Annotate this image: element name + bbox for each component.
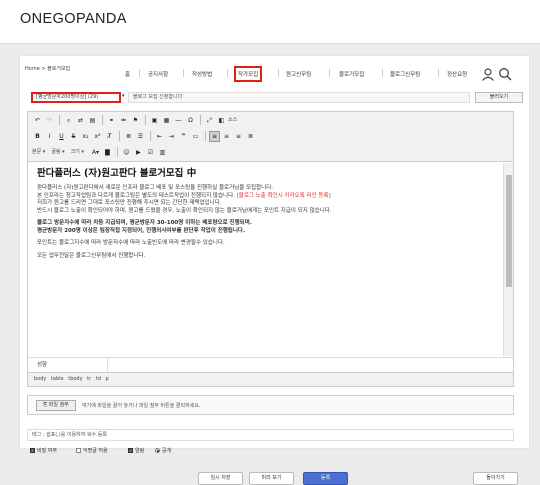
format-dropdown[interactable]: 본문 ▾ bbox=[32, 147, 45, 158]
checkbox-empty bbox=[76, 448, 81, 453]
content-line: 모든 업무전달은 블로그신무팀에서 진행합니다. bbox=[37, 252, 146, 259]
path-item[interactable]: p bbox=[106, 376, 109, 382]
blockquote-icon[interactable]: ❞ bbox=[178, 131, 189, 142]
load-button[interactable]: 불러오기 bbox=[475, 92, 523, 103]
special-char-icon[interactable]: Ω bbox=[185, 115, 196, 126]
breadcrumb-separator: > bbox=[41, 66, 46, 72]
back-button[interactable]: 돌아가기 bbox=[473, 472, 518, 485]
search-icon[interactable] bbox=[498, 67, 512, 81]
nav-item-settlement[interactable]: 정산요청 bbox=[447, 70, 467, 78]
align-center-icon[interactable]: ≡ bbox=[221, 131, 232, 142]
top-header: ONEGOPANDA bbox=[0, 0, 540, 44]
subscript-icon[interactable]: x₂ bbox=[80, 131, 91, 142]
strikethrough-icon[interactable]: S bbox=[68, 131, 79, 142]
nav-item-writer-recruit[interactable]: 작가모집 bbox=[234, 66, 263, 82]
post-heading: 판다플러스 (자)원고판다 블로거모집 中 bbox=[37, 168, 197, 179]
link-icon[interactable]: ⚭ bbox=[106, 115, 117, 126]
radio-dot bbox=[155, 448, 160, 453]
source-icon[interactable]: ◧ bbox=[216, 115, 227, 126]
outdent-icon[interactable]: ⇤ bbox=[154, 131, 165, 142]
paste-icon[interactable]: ▤ bbox=[87, 115, 98, 126]
align-justify-icon[interactable]: ≣ bbox=[245, 131, 256, 142]
nav-item-blogger-recruit[interactable]: 블로거모집 bbox=[339, 70, 364, 78]
editor-scrollbar[interactable] bbox=[503, 163, 513, 356]
breadcrumb: Home > 블로거모집 bbox=[25, 65, 70, 72]
editor-toolbar: ↶ ↷ ⌕ ⇄ ▤ ⚭ ⚮ ⚑ ▣ ▦ ― Ω ⤢ ◧ 소스 B I U Sx₂ x² T̸ ≣ ☰ ⇤ ⇥ ❞ ▭ ≡ ≡ ≡ ≣ 본문… bbox=[28, 112, 513, 162]
category-select[interactable]: [평균방문자200명이상] (29) bbox=[31, 92, 121, 103]
bg-color-icon[interactable]: ▇ bbox=[102, 147, 113, 158]
nav-item-manuscript-team[interactable]: 원고신무팀 bbox=[286, 70, 311, 78]
path-item[interactable]: body bbox=[34, 376, 46, 382]
hr-icon[interactable]: ― bbox=[173, 115, 184, 126]
underline-icon[interactable]: U bbox=[56, 131, 67, 142]
temp-save-button[interactable]: 임시 저장 bbox=[198, 472, 243, 485]
rich-text-editor: ↶ ↷ ⌕ ⇄ ▤ ⚭ ⚮ ⚑ ▣ ▦ ― Ω ⤢ ◧ 소스 B I U Sx₂ x² T̸ ≣ ☰ ⇤ ⇥ ❞ ▭ ≡ ≡ ≡ ≣ 본문… bbox=[27, 111, 514, 387]
breadcrumb-current: 블로거모집 bbox=[47, 66, 71, 72]
content-line: 포인트는 블로그지수에 따라 방문자수에 따라 노출빈도에 따라 변경될수 있습… bbox=[37, 240, 225, 246]
table-cell: 성함 bbox=[37, 362, 48, 368]
nav-item-guide[interactable]: 작성방법 bbox=[192, 70, 212, 78]
preview-button[interactable]: 미리 보기 bbox=[249, 472, 294, 485]
path-item[interactable]: table bbox=[51, 376, 64, 382]
attach-hint: 여기에 파일을 끌어 놓거나 파일 첨부 버튼을 클릭하세요. bbox=[82, 403, 201, 409]
numbered-list-icon[interactable]: ≣ bbox=[123, 131, 134, 142]
find-icon[interactable]: ⌕ bbox=[63, 115, 74, 126]
align-right-icon[interactable]: ≡ bbox=[233, 131, 244, 142]
superscript-icon[interactable]: x² bbox=[92, 131, 103, 142]
nav-item-home[interactable]: 홈 bbox=[125, 70, 130, 78]
replace-icon[interactable]: ⇄ bbox=[75, 115, 86, 126]
element-path: body table tbody tr td p bbox=[28, 372, 513, 386]
editor-content[interactable]: 판다플러스 (자)원고판다 블로거모집 中 판다플러스 (자)원고판다에서 새로… bbox=[28, 163, 513, 356]
font-family-dropdown[interactable]: 굴림 ▾ bbox=[51, 147, 64, 158]
main-card: Home > 블로거모집 홈 공지사항 작성방법 작가모집 원고신무팀 블로거모… bbox=[19, 55, 530, 485]
media-icon[interactable]: ▥ bbox=[157, 147, 168, 158]
checkbox-icon[interactable]: ☑ bbox=[145, 147, 156, 158]
check-icon: ✓ bbox=[128, 448, 133, 453]
image-icon[interactable]: ▣ bbox=[149, 115, 160, 126]
div-icon[interactable]: ▭ bbox=[190, 131, 201, 142]
highlight-text: [블로그 노출 확인시 카카오톡 라인 등록] bbox=[236, 192, 331, 199]
maximize-icon[interactable]: ⤢ bbox=[204, 115, 215, 126]
path-item[interactable]: tr bbox=[87, 376, 91, 382]
italic-icon[interactable]: I bbox=[44, 131, 55, 142]
content-line: 평균방문자 200명 이상은 팀장직접 지정되어, 진행의사여부를 판단후 작업… bbox=[37, 227, 246, 234]
submit-button[interactable]: 등록 bbox=[303, 472, 348, 485]
video-icon[interactable]: ▶ bbox=[133, 147, 144, 158]
bold-icon[interactable]: B bbox=[32, 131, 43, 142]
font-size-dropdown[interactable]: 크기 ▾ bbox=[71, 147, 84, 158]
tags-input[interactable]: 태그 : 쉼표(,)를 이용하여 복수 등록 bbox=[27, 429, 514, 441]
redo-icon[interactable]: ↷ bbox=[44, 115, 55, 126]
content-line: 반드시 블로그 노출이 확인되어야 하며, 원고를 드렸을 경우, 노출이 확인… bbox=[37, 207, 332, 214]
anchor-icon[interactable]: ⚑ bbox=[130, 115, 141, 126]
path-item[interactable]: td bbox=[96, 376, 101, 382]
emoji-icon[interactable]: ☺ bbox=[121, 147, 132, 158]
path-item[interactable]: tbody bbox=[68, 376, 82, 382]
breadcrumb-home[interactable]: Home bbox=[25, 66, 40, 72]
content-line: 블로그 방문자수에 따라 차등 지급되며, 평균방문자 30-100명 이하는 … bbox=[37, 220, 252, 226]
site-logo[interactable]: ONEGOPANDA bbox=[20, 11, 127, 27]
content-line: 판다플러스 (자)원고판다에서 새로운 인프라 블로그 배포 및 포스팅을 진행… bbox=[37, 185, 274, 191]
table-icon[interactable]: ▦ bbox=[161, 115, 172, 126]
content-line: 본 인프라는 청고작업팀과 다르게 블로그팀은 별도의 테스트작업이 진행되지 … bbox=[37, 192, 331, 199]
unlink-icon[interactable]: ⚮ bbox=[118, 115, 129, 126]
user-icon[interactable] bbox=[481, 67, 495, 81]
file-attach-area[interactable]: ⎘ 파일 첨부 여기에 파일을 끌어 놓거나 파일 첨부 버튼을 클릭하세요. bbox=[27, 395, 514, 415]
content-line: 저희가 원고를 드리면 그대로 포스팅만 진행해 주시면 되는 간단한 재택업입… bbox=[37, 200, 222, 206]
editor-table-row[interactable]: 성함 bbox=[28, 357, 513, 372]
indent-icon[interactable]: ⇥ bbox=[166, 131, 177, 142]
bulleted-list-icon[interactable]: ☰ bbox=[135, 131, 146, 142]
attach-file-button[interactable]: ⎘ 파일 첨부 bbox=[36, 400, 76, 411]
text-color-icon[interactable]: A▾ bbox=[90, 147, 101, 158]
check-icon: ✓ bbox=[30, 448, 35, 453]
title-input[interactable]: 블로그 모집 신청합니다 bbox=[128, 92, 470, 103]
align-left-icon[interactable]: ≡ bbox=[209, 131, 220, 142]
nav-item-notice[interactable]: 공지사항 bbox=[148, 70, 168, 78]
nav-item-blog-team[interactable]: 블로그신무팀 bbox=[390, 70, 420, 78]
source-label[interactable]: 소스 bbox=[228, 115, 237, 126]
remove-format-icon[interactable]: T̸ bbox=[104, 131, 115, 142]
undo-icon[interactable]: ↶ bbox=[32, 115, 43, 126]
scroll-thumb[interactable] bbox=[506, 175, 512, 287]
chevron-down-icon[interactable]: ▾ bbox=[122, 93, 125, 99]
